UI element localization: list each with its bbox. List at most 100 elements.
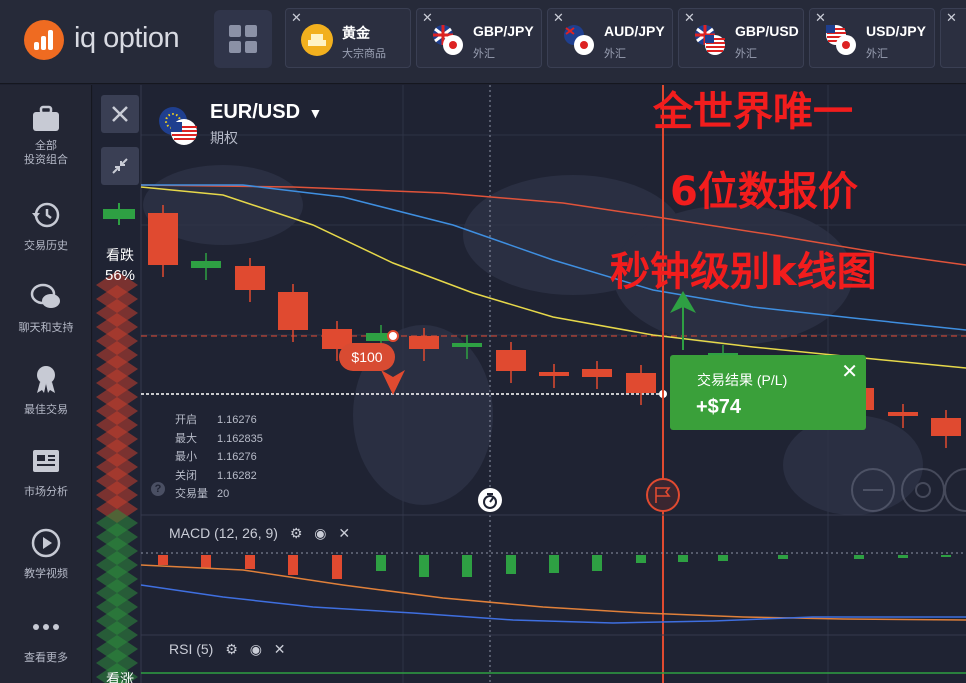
candle — [626, 373, 656, 393]
gear-icon[interactable]: ⚙ — [290, 525, 303, 541]
macd-bar — [506, 555, 516, 574]
macd-bar — [245, 555, 255, 569]
macd-bar — [898, 555, 908, 558]
sidebar-item-best-trades[interactable]: 最佳交易 — [0, 353, 92, 433]
asset-tab-gbpjpy[interactable]: ✕ GBP/JPY 外汇 — [416, 8, 542, 68]
promo-line-1: 全世界唯一 — [653, 89, 853, 135]
gear-icon[interactable]: ⚙ — [225, 641, 238, 657]
macd-bar — [549, 555, 559, 573]
asset-tab-gbpusd[interactable]: ✕ GBP/USD 外汇 — [678, 8, 804, 68]
logo-icon — [24, 20, 64, 60]
close-chart-button[interactable] — [101, 95, 139, 133]
sidebar: 全部 投资组合 交易历史 聊天和支持 最佳交易 市场分析 教学视频 查看更多 — [0, 85, 92, 683]
ohlc-row: 开启 1.16276 — [175, 414, 257, 426]
macd-blue-line — [140, 584, 966, 624]
candle — [931, 418, 961, 436]
close-icon — [112, 106, 128, 122]
usd-jpy-flags — [826, 25, 856, 55]
ohlc-row: 关闭 1.16282 — [175, 469, 257, 482]
close-icon[interactable]: ✕ — [841, 359, 858, 384]
macd-bar — [592, 555, 602, 571]
eye-icon[interactable]: ◉ — [250, 641, 262, 657]
expiration-marker[interactable] — [646, 478, 680, 512]
macd-bar — [376, 555, 386, 571]
gbp-usd-flags — [695, 25, 725, 55]
zoom-in-icon[interactable] — [944, 468, 966, 512]
eye-icon[interactable]: ◉ — [314, 525, 326, 541]
sidebar-item-history[interactable]: 交易历史 — [0, 189, 92, 269]
macd-bar — [718, 555, 728, 561]
chat-icon — [30, 283, 60, 308]
asset-tab-audjpy[interactable]: ✕ AUD/JPY 外汇 — [547, 8, 673, 68]
more-icon — [33, 624, 59, 630]
rsi-label[interactable]: RSI (5) ⚙ ◉ ✕ — [169, 641, 286, 658]
macd-label[interactable]: MACD (12, 26, 9) ⚙ ◉ ✕ — [169, 525, 350, 542]
sidebar-item-more[interactable]: 查看更多 — [0, 599, 92, 679]
play-icon — [31, 528, 61, 558]
macd-bar — [778, 555, 788, 559]
asset-grid-button[interactable] — [214, 10, 272, 68]
candle — [452, 343, 482, 347]
ohlc-row: 最小 1.16276 — [175, 451, 257, 463]
asset-tab-partial[interactable]: ✕ — [940, 8, 966, 68]
buy-label: 看涨 — [106, 671, 134, 683]
macd-bar — [941, 555, 951, 557]
minimize-chart-button[interactable] — [101, 147, 139, 185]
bet-amount-badge[interactable]: $100 — [339, 343, 395, 371]
brand-logo[interactable]: iq option — [24, 20, 196, 60]
sidebar-item-tutorials[interactable]: 教学视频 — [0, 517, 92, 597]
promo-line-3: 秒钟级别k线图 — [610, 249, 877, 295]
promo-line-2: 6位数报价 — [670, 169, 858, 215]
sell-percentage: 56% — [104, 267, 136, 284]
candle-type-icon[interactable] — [103, 203, 137, 225]
gbp-jpy-flags — [433, 25, 463, 55]
asset-selector[interactable]: EUR/USD ▼ 期权 — [210, 101, 322, 148]
ohlc-info: 开启 1.16276 最大 1.162835 最小 1.16276 关闭 1.16282… — [175, 411, 263, 504]
sell-gradient[interactable] — [96, 271, 138, 683]
sidebar-item-market-analysis[interactable]: 市场分析 — [0, 435, 92, 515]
trade-result-card: 交易结果 (P/L) +$74 ✕ — [670, 355, 866, 430]
trade-result-title: 交易结果 (P/L) — [697, 372, 788, 388]
candle — [191, 261, 221, 268]
ohlc-row: 交易量 20 — [175, 488, 230, 500]
gold-icon — [301, 24, 333, 56]
news-icon — [33, 450, 59, 472]
candle — [235, 266, 265, 290]
macd-bar — [462, 555, 472, 577]
asset-tab-gold[interactable]: ✕ 黄金 大宗商品 — [285, 8, 411, 68]
top-bar: iq option ✕ 黄金 大宗商品 ✕ GBP/JPY 外汇 ✕ AUD/J… — [0, 0, 966, 84]
asset-type: 期权 — [210, 130, 238, 146]
macd-bar — [854, 555, 864, 559]
candle — [496, 350, 526, 371]
macd-bar — [332, 555, 342, 579]
macd-bar — [636, 555, 646, 563]
candle — [582, 369, 612, 377]
candle — [148, 213, 178, 265]
close-icon[interactable]: ✕ — [338, 525, 350, 541]
award-icon — [37, 366, 55, 393]
sell-label: 看跌 — [106, 247, 134, 263]
eur-usd-flags[interactable] — [157, 105, 199, 147]
aud-jpy-flags — [564, 25, 594, 55]
help-icon[interactable]: ? — [151, 482, 165, 496]
asset-tab-usdjpy[interactable]: ✕ USD/JPY 外汇 — [809, 8, 935, 68]
brand-name: iq option — [74, 22, 180, 54]
collapse-icon — [112, 158, 128, 174]
grid-icon — [229, 25, 241, 37]
macd-bar — [678, 555, 688, 562]
macd-bar — [201, 555, 211, 568]
trading-chart[interactable]: 看跌 56% 看涨 EUR/USD ▼ 期权 全世界唯一 6位数报价 秒钟级别k… — [93, 85, 966, 683]
close-icon[interactable]: ✕ — [946, 10, 957, 26]
macd-bar — [288, 555, 298, 575]
macd-bar — [158, 555, 168, 565]
macd-bar — [419, 555, 429, 577]
macd-orange-line — [140, 564, 966, 621]
candle — [539, 372, 569, 376]
candle — [278, 292, 308, 330]
trade-result-value: +$74 — [696, 396, 742, 418]
sidebar-item-portfolio[interactable]: 全部 投资组合 — [0, 93, 92, 173]
sidebar-item-chat[interactable]: 聊天和支持 — [0, 271, 92, 351]
ohlc-row: 最大 1.162835 — [175, 432, 263, 445]
candle — [888, 412, 918, 416]
close-icon[interactable]: ✕ — [274, 641, 286, 657]
